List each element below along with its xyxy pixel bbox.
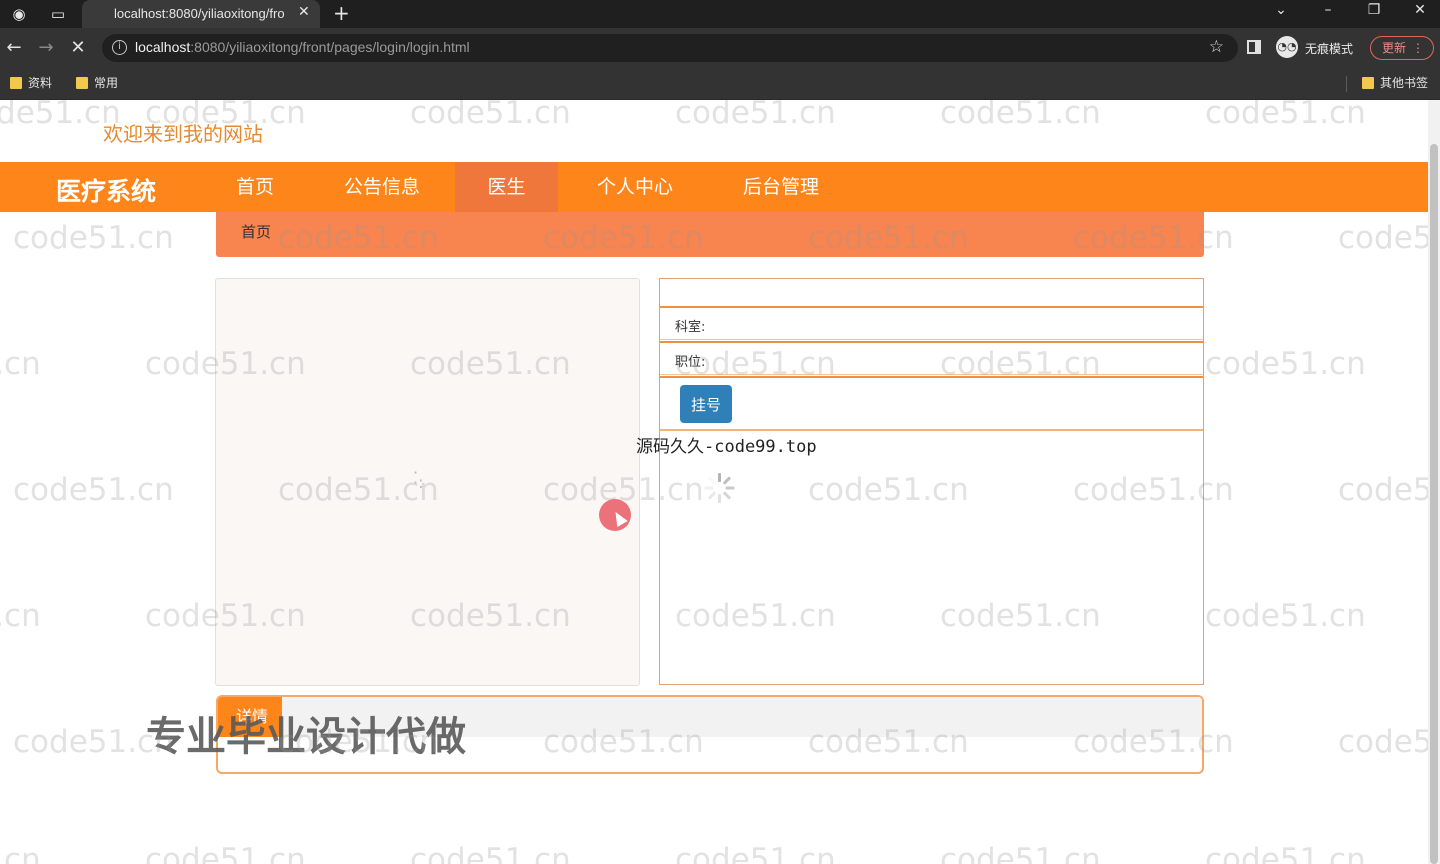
back-arrow-icon[interactable]: ← <box>3 37 25 59</box>
tab-title: localhost:8080/yiliaoxitong/fro <box>114 6 285 21</box>
position-row: 职位: <box>660 341 1203 375</box>
loading-spinner-icon <box>704 473 735 503</box>
watermark: code51.cn <box>410 100 571 131</box>
web-page: 欢迎来到我的网站 医疗系统 首页 公告信息 医生 个人中心 后台管理 首页 · ·… <box>0 100 1428 864</box>
watermark: code51.cn <box>1205 100 1366 131</box>
nav-announcements[interactable]: 公告信息 <box>326 162 438 212</box>
watermark: code51.cn <box>0 346 41 382</box>
mouse-cursor-icon <box>599 499 631 531</box>
watermark: code51.cn <box>1338 724 1428 760</box>
watermark: code51.cn <box>1205 346 1366 382</box>
stop-loading-icon[interactable]: ✕ <box>67 37 89 59</box>
watermark: code51.cn <box>1338 220 1428 256</box>
folder-icon <box>1362 77 1374 89</box>
nav-admin[interactable]: 后台管理 <box>726 162 836 212</box>
overlay-code-text: 源码久久-code99.top <box>636 437 817 457</box>
update-button[interactable]: 更新 ⋮ <box>1370 36 1434 60</box>
watermark: code51.cn <box>940 100 1101 131</box>
watermark: code51.cn <box>0 842 41 864</box>
main-navbar: 医疗系统 首页 公告信息 医生 个人中心 后台管理 <box>0 162 1428 212</box>
breadcrumb: 首页 <box>216 212 1204 257</box>
browser-tab-strip: ◉ ▭ localhost:8080/yiliaoxitong/fro ✕ + … <box>0 0 1440 28</box>
menu-dots-icon: ⋮ <box>1412 41 1424 55</box>
incognito-icon[interactable]: ◔◔ <box>1276 36 1298 58</box>
bookmarks-divider <box>1346 76 1347 92</box>
tab-search-icon[interactable]: ▭ <box>48 4 68 24</box>
nav-doctors[interactable]: 医生 <box>455 162 558 212</box>
watermark: code51.cn <box>1205 598 1366 634</box>
watermark: code51.cn <box>675 100 836 131</box>
url-input[interactable]: i localhost:8080/yiliaoxitong/front/page… <box>102 34 1238 62</box>
scrollbar-thumb[interactable] <box>1430 144 1438 864</box>
register-button[interactable]: 挂号 <box>680 385 732 423</box>
page-scrollbar[interactable] <box>1428 100 1440 864</box>
bookmarks-bar: 资料 常用 其他书签 <box>0 68 1440 100</box>
department-row: 科室: <box>660 306 1203 340</box>
other-bookmarks[interactable]: 其他书签 <box>1360 75 1428 91</box>
tab-close-icon[interactable]: ✕ <box>298 4 310 20</box>
department-label: 科室: <box>675 320 706 335</box>
tab-list-icon[interactable]: ⌄ <box>1271 2 1291 18</box>
welcome-text: 欢迎来到我的网站 <box>103 122 263 146</box>
watermark: code51.cn <box>940 842 1101 864</box>
watermark: code51.cn <box>13 472 174 508</box>
promo-overlay-text: 专业毕业设计代做 <box>146 714 466 760</box>
window-close-icon[interactable]: ✕ <box>1410 2 1430 18</box>
url-text: localhost:8080/yiliaoxitong/front/pages/… <box>135 39 470 55</box>
nav-personal-center[interactable]: 个人中心 <box>580 162 690 212</box>
browser-globe-icon[interactable]: ◉ <box>9 4 29 24</box>
incognito-label: 无痕模式 <box>1305 42 1354 56</box>
folder-icon <box>76 77 88 89</box>
loading-spinner-icon: · ·: <box>413 463 424 492</box>
restore-icon[interactable]: ❐ <box>1364 2 1384 18</box>
watermark: code51.cn <box>1205 842 1366 864</box>
bookmark-folder-changyong[interactable]: 常用 <box>74 75 118 91</box>
watermark: code51.cn <box>0 598 41 634</box>
bookmark-star-icon[interactable]: ☆ <box>1209 37 1224 57</box>
watermark: code51.cn <box>1338 472 1428 508</box>
watermark: code51.cn <box>675 842 836 864</box>
bookmark-folder-ziliao[interactable]: 资料 <box>8 75 52 91</box>
watermark: code51.cn <box>410 842 571 864</box>
browser-tab[interactable]: localhost:8080/yiliaoxitong/fro ✕ <box>82 0 320 28</box>
forward-arrow-icon[interactable]: → <box>35 37 57 59</box>
folder-icon <box>10 77 22 89</box>
watermark: code51.cn <box>13 220 174 256</box>
breadcrumb-home[interactable]: 首页 <box>241 221 271 242</box>
site-brand[interactable]: 医疗系统 <box>56 172 156 208</box>
side-panel-icon[interactable] <box>1247 40 1261 54</box>
register-area: 挂号 <box>660 376 1203 431</box>
position-label: 职位: <box>675 355 706 370</box>
new-tab-icon[interactable]: + <box>333 1 350 25</box>
watermark: code51.cn <box>145 842 306 864</box>
address-bar: ← → ✕ i localhost:8080/yiliaoxitong/fron… <box>0 28 1440 68</box>
site-info-icon[interactable]: i <box>112 40 127 55</box>
doctor-info-panel: 科室: 职位: 挂号 <box>659 278 1204 685</box>
minimize-icon[interactable]: – <box>1318 2 1338 18</box>
nav-home[interactable]: 首页 <box>214 162 296 212</box>
